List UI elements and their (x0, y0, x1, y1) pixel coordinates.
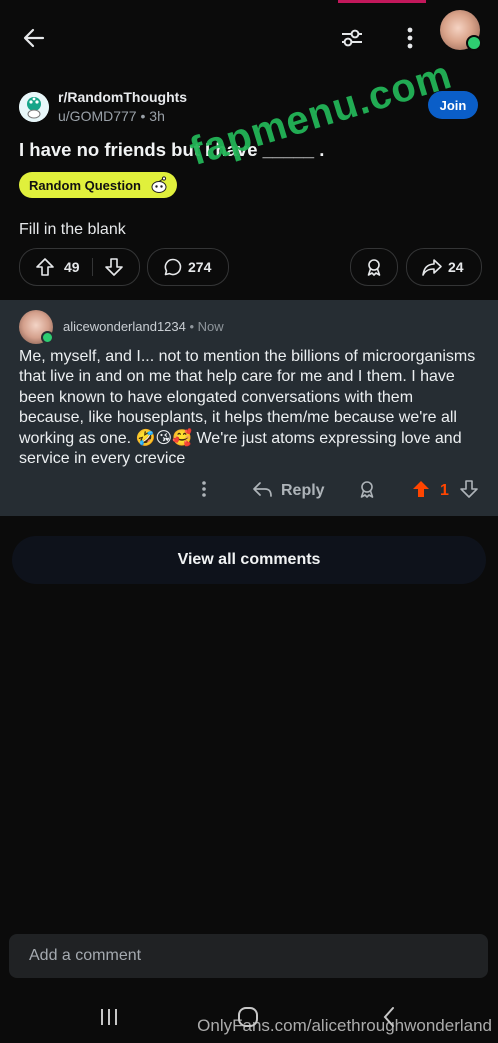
user-avatar[interactable] (440, 10, 482, 51)
comment-username[interactable]: alicewonderland1234 (63, 319, 186, 334)
comment-time: Now (197, 319, 224, 334)
post-flair[interactable]: Random Question (19, 172, 177, 198)
comment-count: 274 (188, 259, 212, 275)
upvote-count: 49 (64, 259, 80, 275)
comment-score: 1 (440, 482, 449, 499)
comment-card: alicewonderland1234 • Now Me, myself, an… (0, 300, 498, 516)
comment-bubble-icon (160, 252, 186, 282)
comment-upvote-icon[interactable] (408, 474, 434, 504)
flair-label: Random Question (29, 177, 141, 193)
award-button[interactable] (350, 248, 398, 286)
comment-downvote-icon[interactable] (456, 474, 482, 504)
snoo-question-icon (149, 175, 169, 195)
meta-separator: • (189, 319, 198, 334)
vote-pill: 49 (19, 248, 140, 286)
share-button[interactable]: 24 (406, 248, 482, 286)
filter-sliders-icon[interactable] (334, 20, 370, 56)
reply-arrow-icon[interactable] (248, 474, 276, 504)
onlyfans-watermark: OnlyFans.com/alicethroughwonderland (197, 1016, 492, 1035)
comment-actions: Reply 1 (0, 470, 498, 510)
post-body: Fill in the blank (19, 221, 126, 238)
vote-divider (91, 258, 93, 276)
post-meta: u/GOMD777 • 3h (58, 108, 165, 124)
upvote-arrow-icon[interactable] (30, 252, 60, 282)
more-vertical-icon[interactable] (394, 20, 426, 56)
recent-apps-icon[interactable] (94, 1002, 124, 1032)
back-arrow-icon[interactable] (14, 20, 54, 56)
comment-body: Me, myself, and I... not to mention the … (19, 348, 476, 468)
post-age: 3h (149, 108, 165, 124)
post-author[interactable]: u/GOMD777 (58, 108, 137, 124)
award-icon (362, 255, 386, 279)
share-count: 24 (448, 259, 464, 275)
comments-button[interactable]: 274 (147, 248, 229, 286)
comment-avatar[interactable] (19, 310, 54, 344)
downvote-arrow-icon[interactable] (99, 252, 129, 282)
reply-button[interactable]: Reply (281, 482, 325, 500)
comment-header: alicewonderland1234 • Now (63, 319, 224, 334)
add-comment-input[interactable]: Add a comment (9, 934, 488, 978)
subreddit-name[interactable]: r/RandomThoughts (58, 89, 187, 105)
meta-separator: • (140, 108, 150, 124)
comment-award-icon[interactable] (355, 474, 379, 504)
subreddit-avatar[interactable] (19, 92, 49, 122)
share-arrow-icon (419, 252, 445, 282)
view-all-comments-button[interactable]: View all comments (12, 536, 486, 584)
comment-more-icon[interactable] (192, 474, 216, 504)
